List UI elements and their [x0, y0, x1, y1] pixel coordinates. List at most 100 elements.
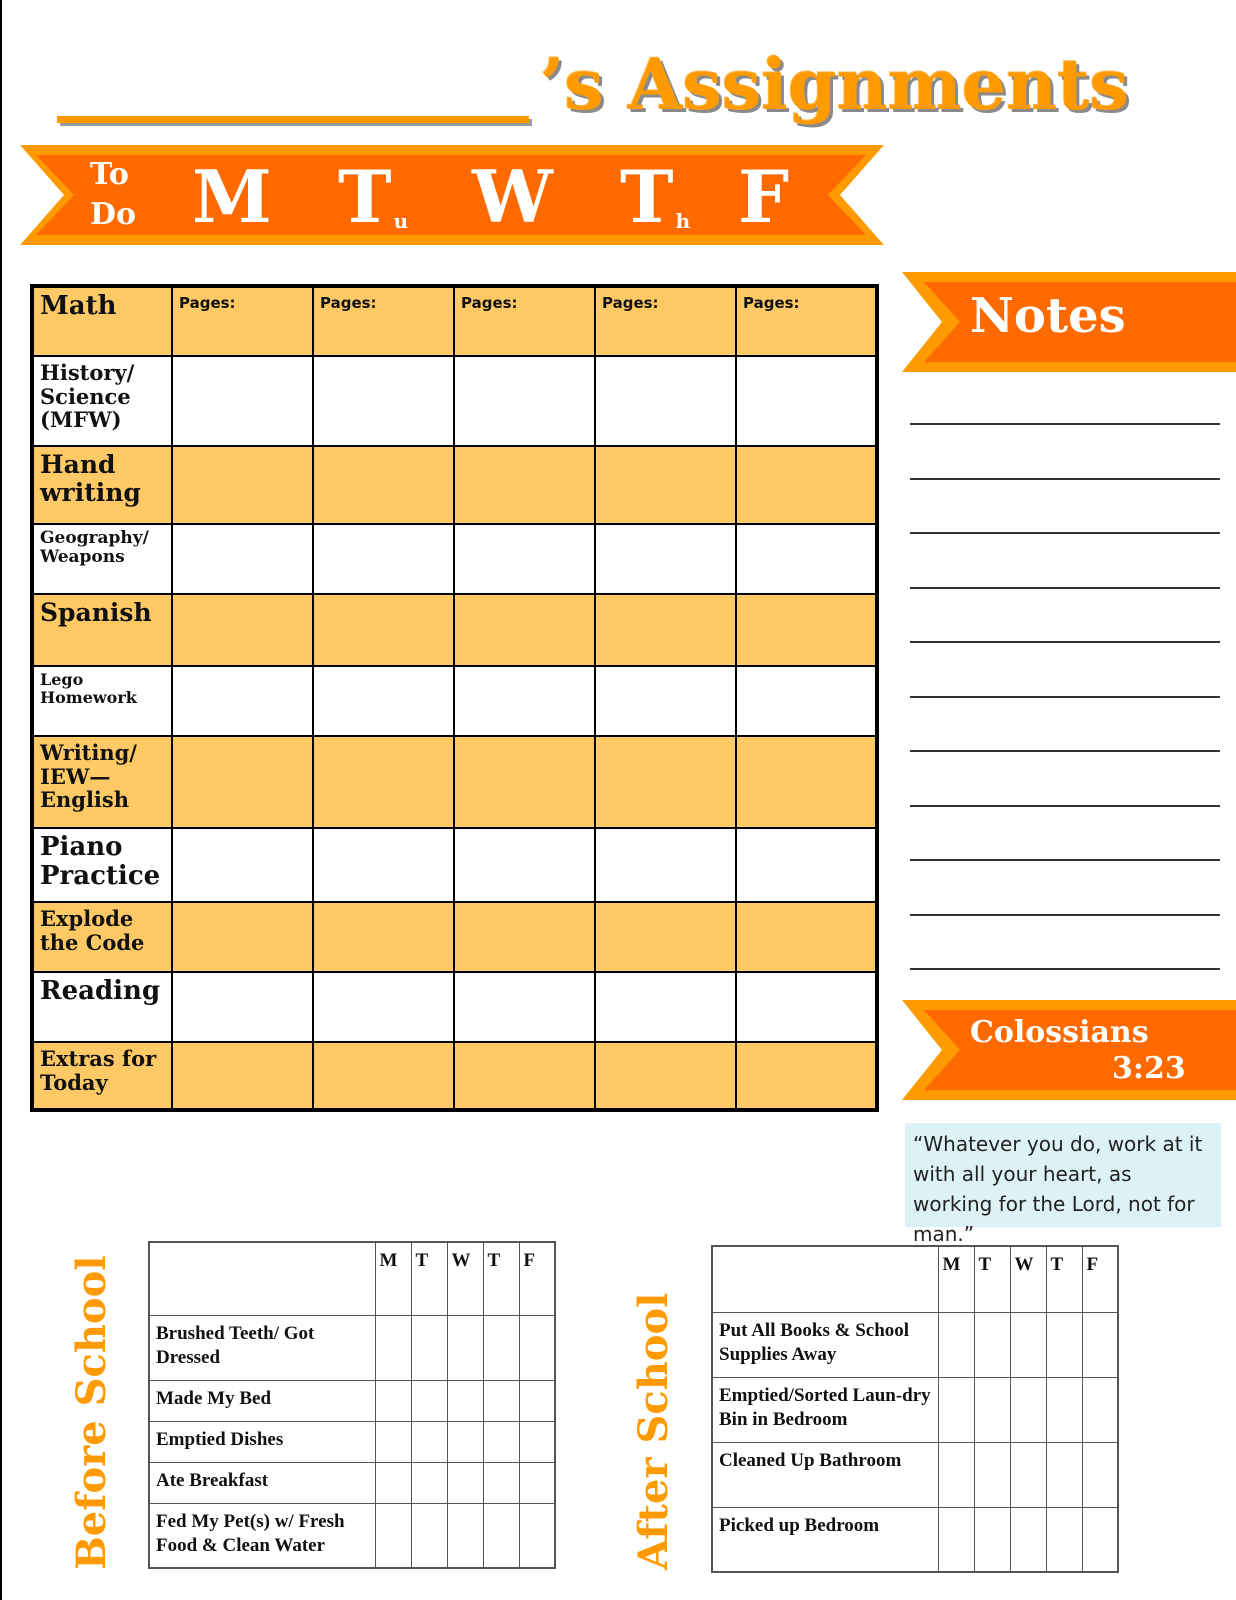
- chore-checkbox-cell[interactable]: [446, 1502, 484, 1569]
- assignment-cell[interactable]: [312, 971, 455, 1043]
- chore-checkbox-cell[interactable]: [410, 1461, 448, 1504]
- assignment-cell[interactable]: [171, 827, 314, 903]
- chore-checkbox-cell[interactable]: [973, 1311, 1011, 1378]
- assignment-cell[interactable]: [312, 665, 455, 737]
- assignment-cell[interactable]: [594, 1041, 737, 1111]
- assignment-cell[interactable]: Pages:: [735, 285, 878, 357]
- chore-checkbox-cell[interactable]: [374, 1461, 412, 1504]
- chore-checkbox-cell[interactable]: [973, 1376, 1011, 1443]
- assignment-cell[interactable]: [171, 971, 314, 1043]
- chore-checkbox-cell[interactable]: [1045, 1311, 1083, 1378]
- assignment-cell[interactable]: [453, 523, 596, 595]
- chore-checkbox-cell[interactable]: [937, 1506, 975, 1573]
- chore-checkbox-cell[interactable]: [1009, 1376, 1047, 1443]
- chore-checkbox-cell[interactable]: [518, 1314, 556, 1381]
- assignment-cell[interactable]: [594, 665, 737, 737]
- assignment-cell[interactable]: Pages:: [594, 285, 737, 357]
- chore-checkbox-cell[interactable]: [518, 1420, 556, 1463]
- assignment-cell[interactable]: [594, 355, 737, 447]
- assignment-cell[interactable]: Pages:: [171, 285, 314, 357]
- chore-checkbox-cell[interactable]: [482, 1420, 520, 1463]
- assignment-cell[interactable]: [312, 901, 455, 973]
- chore-checkbox-cell[interactable]: [1009, 1311, 1047, 1378]
- note-line[interactable]: [910, 695, 1220, 698]
- assignment-cell[interactable]: [171, 735, 314, 829]
- assignment-cell[interactable]: [312, 593, 455, 667]
- note-line[interactable]: [910, 750, 1220, 752]
- chore-checkbox-cell[interactable]: [410, 1420, 448, 1463]
- assignment-cell[interactable]: [171, 355, 314, 447]
- chore-checkbox-cell[interactable]: [374, 1314, 412, 1381]
- assignment-cell[interactable]: [312, 827, 455, 903]
- assignment-cell[interactable]: [594, 593, 737, 667]
- assignment-cell[interactable]: [171, 523, 314, 595]
- assignment-cell[interactable]: [453, 355, 596, 447]
- note-line[interactable]: [910, 532, 1220, 534]
- assignment-cell[interactable]: [312, 355, 455, 447]
- assignment-cell[interactable]: [735, 523, 878, 595]
- assignment-cell[interactable]: [735, 901, 878, 973]
- chore-checkbox-cell[interactable]: [1081, 1506, 1119, 1573]
- assignment-cell[interactable]: [171, 593, 314, 667]
- assignment-cell[interactable]: [735, 665, 878, 737]
- chore-checkbox-cell[interactable]: [482, 1461, 520, 1504]
- assignment-cell[interactable]: [735, 827, 878, 903]
- assignment-cell[interactable]: [171, 665, 314, 737]
- assignment-cell[interactable]: [453, 593, 596, 667]
- chore-checkbox-cell[interactable]: [1009, 1506, 1047, 1573]
- chore-checkbox-cell[interactable]: [973, 1441, 1011, 1508]
- note-line[interactable]: [910, 968, 1220, 970]
- chore-checkbox-cell[interactable]: [937, 1311, 975, 1378]
- chore-checkbox-cell[interactable]: [1081, 1376, 1119, 1443]
- assignment-cell[interactable]: [312, 523, 455, 595]
- chore-checkbox-cell[interactable]: [1081, 1311, 1119, 1378]
- assignment-cell[interactable]: [453, 901, 596, 973]
- chore-checkbox-cell[interactable]: [973, 1506, 1011, 1573]
- assignment-cell[interactable]: [594, 971, 737, 1043]
- assignment-cell[interactable]: [594, 901, 737, 973]
- assignment-cell[interactable]: [453, 827, 596, 903]
- assignment-cell[interactable]: [735, 1041, 878, 1111]
- assignment-cell[interactable]: [453, 735, 596, 829]
- name-blank-line[interactable]: [57, 116, 529, 123]
- chore-checkbox-cell[interactable]: [374, 1502, 412, 1569]
- assignment-cell[interactable]: [171, 1041, 314, 1111]
- assignment-cell[interactable]: [735, 355, 878, 447]
- note-line[interactable]: [910, 586, 1220, 589]
- chore-checkbox-cell[interactable]: [518, 1502, 556, 1569]
- chore-checkbox-cell[interactable]: [446, 1461, 484, 1504]
- chore-checkbox-cell[interactable]: [518, 1461, 556, 1504]
- assignment-cell[interactable]: Pages:: [312, 285, 455, 357]
- assignment-cell[interactable]: Pages:: [453, 285, 596, 357]
- chore-checkbox-cell[interactable]: [1045, 1441, 1083, 1508]
- chore-checkbox-cell[interactable]: [446, 1314, 484, 1381]
- chore-checkbox-cell[interactable]: [446, 1420, 484, 1463]
- chore-checkbox-cell[interactable]: [374, 1379, 412, 1422]
- note-line[interactable]: [910, 913, 1220, 916]
- assignment-cell[interactable]: [735, 445, 878, 525]
- assignment-cell[interactable]: [312, 1041, 455, 1111]
- chore-checkbox-cell[interactable]: [1009, 1441, 1047, 1508]
- assignment-cell[interactable]: [453, 445, 596, 525]
- note-line[interactable]: [910, 477, 1220, 480]
- assignment-cell[interactable]: [453, 665, 596, 737]
- assignment-cell[interactable]: [453, 1041, 596, 1111]
- assignment-cell[interactable]: [594, 735, 737, 829]
- chore-checkbox-cell[interactable]: [1045, 1376, 1083, 1443]
- chore-checkbox-cell[interactable]: [1045, 1506, 1083, 1573]
- assignment-cell[interactable]: [453, 971, 596, 1043]
- note-line[interactable]: [910, 641, 1220, 643]
- assignment-cell[interactable]: [312, 735, 455, 829]
- assignment-cell[interactable]: [594, 827, 737, 903]
- note-line[interactable]: [910, 423, 1220, 425]
- assignment-cell[interactable]: [594, 445, 737, 525]
- chore-checkbox-cell[interactable]: [482, 1379, 520, 1422]
- assignment-cell[interactable]: [735, 735, 878, 829]
- chore-checkbox-cell[interactable]: [410, 1379, 448, 1422]
- chore-checkbox-cell[interactable]: [937, 1441, 975, 1508]
- assignment-cell[interactable]: [735, 971, 878, 1043]
- assignment-cell[interactable]: [171, 901, 314, 973]
- note-line[interactable]: [910, 859, 1220, 861]
- assignment-cell[interactable]: [735, 593, 878, 667]
- chore-checkbox-cell[interactable]: [374, 1420, 412, 1463]
